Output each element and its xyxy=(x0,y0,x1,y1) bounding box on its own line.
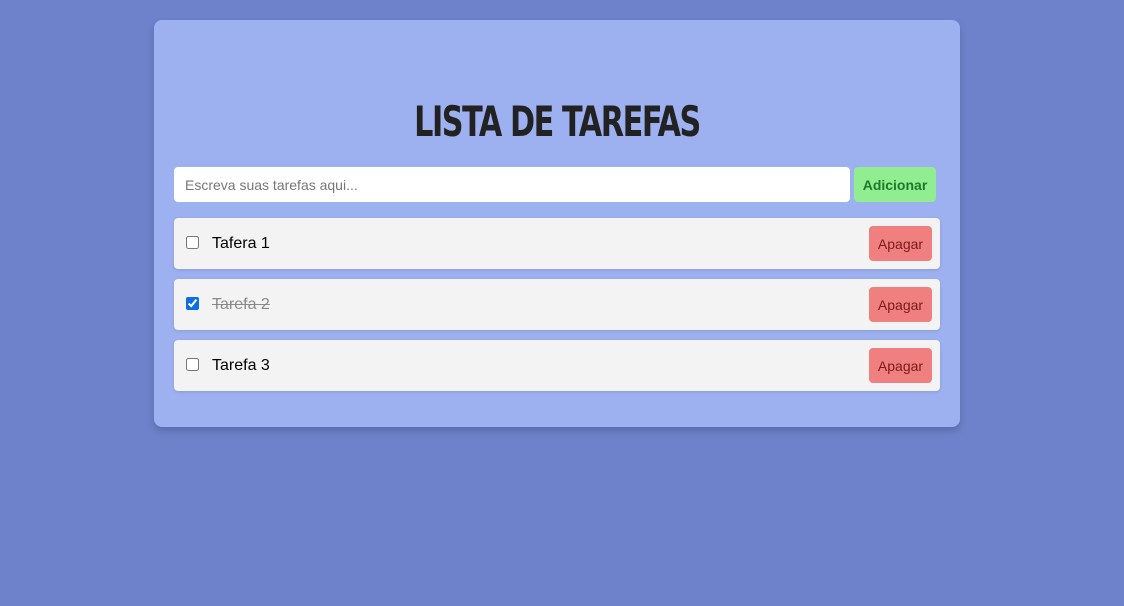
task-item: Tarefa 3 Apagar xyxy=(174,340,940,391)
task-input-row: Adicionar xyxy=(174,167,940,202)
task-label: Tafera 1 xyxy=(212,235,270,252)
task-list: Tafera 1 Apagar Tarefa 2 Apagar Tarefa 3… xyxy=(174,218,940,401)
page-title: Lista de Tarefas xyxy=(414,97,701,146)
todo-card: Lista de Tarefas Adicionar Tafera 1 Apag… xyxy=(154,20,960,427)
add-task-button[interactable]: Adicionar xyxy=(854,167,936,202)
delete-task-button[interactable]: Apagar xyxy=(869,226,932,261)
delete-task-button[interactable]: Apagar xyxy=(869,348,932,383)
task-item: Tarefa 2 Apagar xyxy=(174,279,940,330)
task-checkbox[interactable] xyxy=(186,236,199,249)
delete-task-button[interactable]: Apagar xyxy=(869,287,932,322)
task-checkbox[interactable] xyxy=(186,358,199,371)
task-label: Tarefa 2 xyxy=(212,296,270,313)
task-item: Tafera 1 Apagar xyxy=(174,218,940,269)
task-input[interactable] xyxy=(174,167,850,202)
task-label: Tarefa 3 xyxy=(212,357,270,374)
task-checkbox[interactable] xyxy=(186,297,199,310)
